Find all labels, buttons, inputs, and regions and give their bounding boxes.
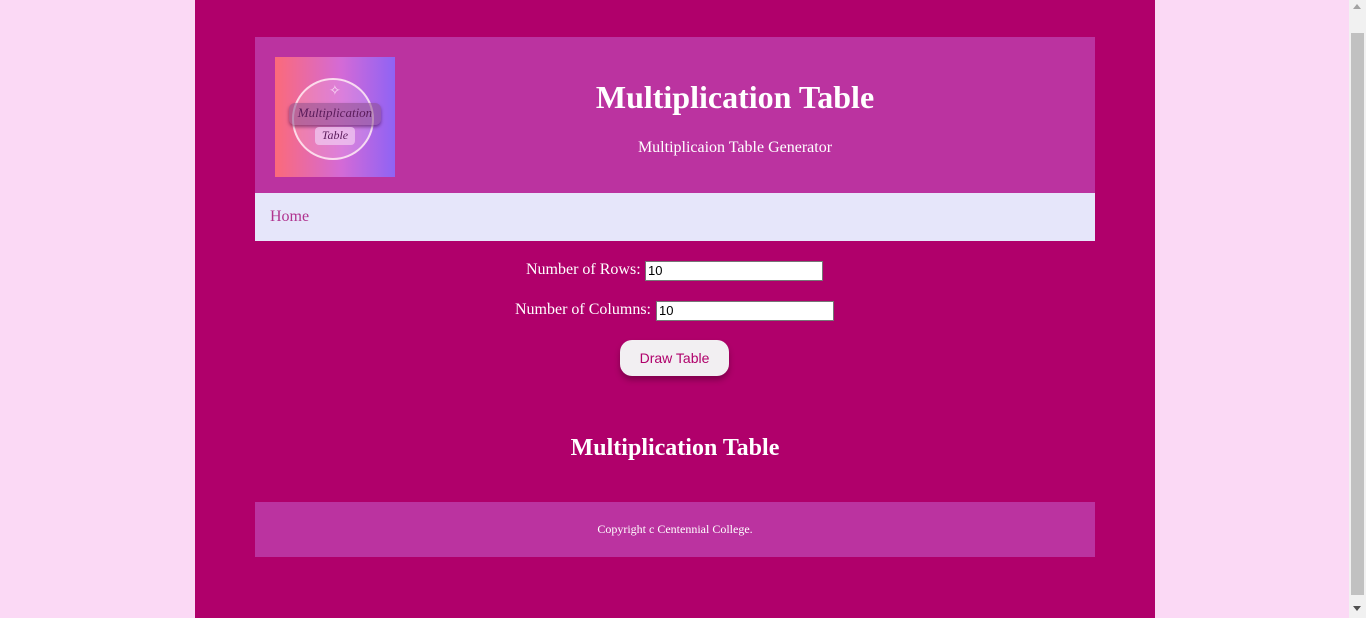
logo-text-line1: Multiplication [297,105,373,120]
site-header: ✧ Multiplication Table Multiplication Ta… [255,37,1095,193]
scroll-thumb[interactable] [1351,33,1364,595]
site-logo: ✧ Multiplication Table [275,57,395,177]
vertical-scrollbar[interactable] [1349,0,1366,618]
draw-table-button[interactable]: Draw Table [620,340,729,376]
table-title: Multiplication Table [570,435,780,461]
scroll-up-arrow-icon[interactable] [1353,4,1361,9]
columns-label: Number of Columns: [515,301,651,318]
nav-bar: Home [255,193,1095,241]
copyright-text: Copyright c Centennial College. [597,522,753,536]
page-container: ✧ Multiplication Table Multiplication Ta… [195,0,1155,618]
rows-input[interactable] [645,261,823,281]
site-footer: Copyright c Centennial College. [255,502,1095,557]
page-title: Multiplication Table [595,79,875,115]
columns-input[interactable] [656,301,834,321]
sparkle-icon: ✧ [329,83,341,99]
rows-label: Number of Rows: [526,261,641,278]
nav-link-home[interactable]: Home [270,207,309,227]
logo-text-line2: Table [321,128,349,142]
scroll-down-arrow-icon[interactable] [1353,606,1361,611]
page-subtitle: Multiplicaion Table Generator [637,139,833,156]
